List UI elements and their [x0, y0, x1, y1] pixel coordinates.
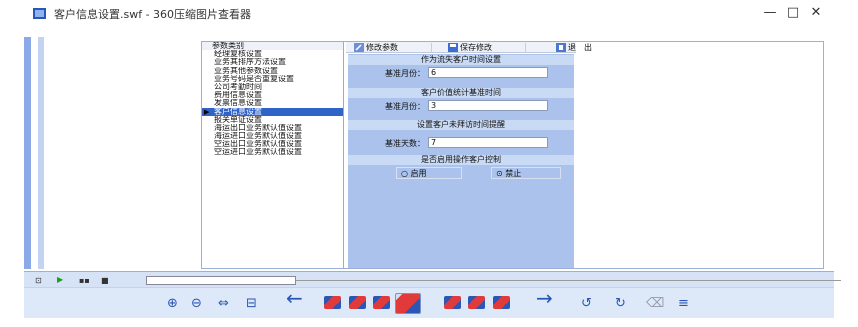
list-item[interactable]: 海运进口业务默认值设置 [202, 132, 343, 140]
section-title-customer-control: 是否启用操作客户控制 [348, 155, 574, 165]
radio-disable[interactable]: ⊙ 禁止 [491, 167, 561, 179]
churn-month-input[interactable]: 6 [428, 67, 548, 78]
thumbnail-7[interactable] [493, 296, 510, 309]
radio-on-icon: ⊙ [496, 169, 503, 178]
viewer-window: 客户信息设置.swf - 360压缩图片查看器 — □ ✕ 参数类别 经理复核设… [0, 0, 858, 327]
next-icon[interactable]: → [536, 288, 553, 308]
list-item[interactable]: 报关单证设置 [202, 116, 343, 124]
radio-off-icon: ○ [401, 169, 408, 178]
modify-params-label: 修改参数 [366, 43, 398, 52]
save-changes-button[interactable]: 保存修改 [448, 43, 526, 53]
pause-icon[interactable]: ▪▪ [79, 276, 90, 285]
settings-toolbar: 修改参数 保存修改 退 出 [346, 42, 592, 53]
zoom-out-icon[interactable]: ⊖ [191, 297, 202, 310]
list-item[interactable]: 经理复核设置 [202, 50, 343, 58]
window-title: 客户信息设置.swf - 360压缩图片查看器 [54, 8, 252, 21]
previous-icon[interactable]: ← [286, 288, 303, 308]
fit-width-icon[interactable]: ⇔ [218, 297, 229, 310]
list-item[interactable]: 空运出口业务默认值设置 [202, 140, 343, 148]
stop-icon[interactable]: ■ [101, 276, 109, 285]
list-item[interactable]: 发票信息设置 [202, 99, 343, 107]
list-item-selected[interactable]: ▶ 客户信息设置 [202, 107, 343, 116]
visit-reminder-days-label: 基准天数： [385, 139, 425, 148]
app-icon [33, 8, 46, 19]
rotate-right-icon[interactable]: ↻ [615, 297, 626, 310]
row-pointer-icon: ▶ [204, 107, 210, 116]
visit-reminder-days-input[interactable]: 7 [428, 137, 548, 148]
list-item[interactable]: 费用信息设置 [202, 91, 343, 99]
parameter-category-list: 参数类别 经理复核设置 业务其排序方法设置 业务其他参数设置 业务号码是否重复设… [202, 42, 344, 268]
exit-button[interactable]: 退 出 [556, 43, 606, 53]
thumbnail-6[interactable] [468, 296, 485, 309]
exit-label: 退 出 [568, 43, 592, 52]
list-header: 参数类别 [202, 42, 343, 51]
list-item[interactable]: 空运进口业务默认值设置 [202, 148, 343, 156]
exit-icon [556, 43, 566, 52]
list-item[interactable]: 业务其他参数设置 [202, 67, 343, 75]
thumbnail-1[interactable] [324, 296, 341, 309]
frame-icon[interactable]: ⊡ [35, 276, 42, 285]
title-bar[interactable]: 客户信息设置.swf - 360压缩图片查看器 — □ ✕ [24, 0, 858, 27]
section-title-value-stats: 客户价值统计基准时间 [348, 88, 574, 98]
thumbnail-current[interactable] [395, 293, 421, 314]
zoom-in-icon[interactable]: ⊕ [167, 297, 178, 310]
playback-bar: ⊡ ▶ ▪▪ ■ [24, 271, 841, 287]
play-icon[interactable]: ▶ [57, 275, 63, 284]
blank-area [576, 42, 823, 268]
radio-enable-label: 启用 [410, 169, 427, 178]
left-frame-strip [24, 37, 31, 269]
section-title-visit-reminder: 设置客户未拜访时间提醒 [348, 120, 574, 130]
left-frame-inner-strip [38, 37, 44, 269]
list-item[interactable]: 公司考勤时间 [202, 83, 343, 91]
churn-month-label: 基准月份： [385, 69, 425, 78]
save-changes-label: 保存修改 [460, 43, 492, 52]
menu-icon[interactable]: ≡ [678, 297, 689, 310]
rotate-left-icon[interactable]: ↺ [581, 297, 592, 310]
actual-size-icon[interactable]: ⊟ [246, 297, 257, 310]
modify-params-button[interactable]: 修改参数 [354, 43, 432, 53]
viewer-toolbar: ⊕ ⊖ ⇔ ⊟ ← → ↺ ↻ ⌫ ≡ [24, 287, 834, 318]
section-title-churn: 作为流失客户时间设置 [348, 55, 574, 65]
delete-icon[interactable]: ⌫ [646, 297, 664, 310]
close-button[interactable]: ✕ [801, 4, 831, 22]
list-item[interactable]: 业务其排序方法设置 [202, 58, 343, 66]
progress-slider[interactable] [146, 276, 296, 285]
thumbnail-3[interactable] [373, 296, 390, 309]
value-stats-month-label: 基准月份： [385, 102, 425, 111]
thumbnail-2[interactable] [349, 296, 366, 309]
radio-enable[interactable]: ○ 启用 [396, 167, 462, 179]
save-icon [448, 43, 458, 52]
edit-icon [354, 43, 364, 52]
radio-disable-label: 禁止 [505, 169, 522, 178]
list-item-label: 客户信息设置 [214, 107, 262, 116]
list-item[interactable]: 海运出口业务默认值设置 [202, 124, 343, 132]
progress-track[interactable] [296, 280, 841, 281]
value-stats-month-input[interactable]: 3 [428, 100, 548, 111]
thumbnail-5[interactable] [444, 296, 461, 309]
list-item[interactable]: 业务号码是否重复设置 [202, 75, 343, 83]
